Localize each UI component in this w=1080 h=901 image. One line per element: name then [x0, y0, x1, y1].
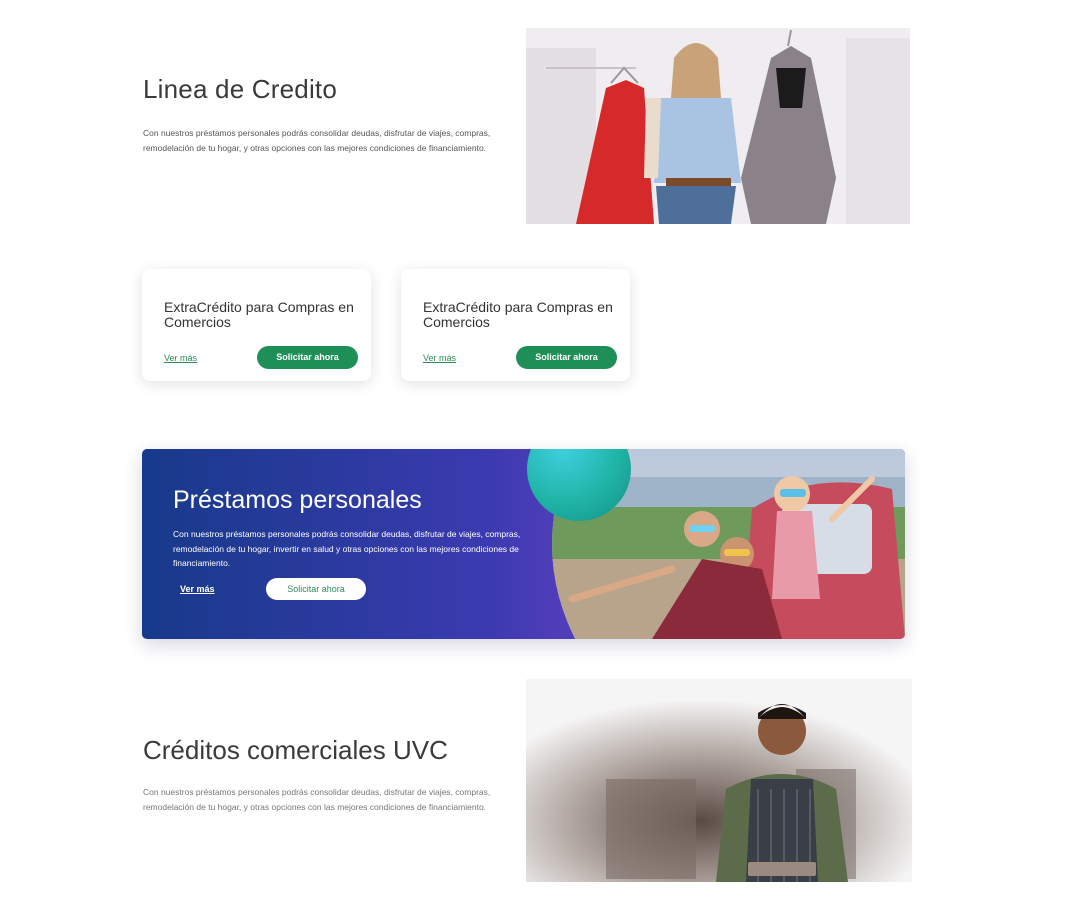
prestamos-personales-banner: Préstamos personales Con nuestros présta…: [142, 449, 905, 639]
extracredito-card-1: ExtraCrédito para Compras en Comercios V…: [142, 269, 371, 381]
ver-mas-link[interactable]: Ver más: [164, 353, 197, 363]
ver-mas-link[interactable]: Ver más: [180, 584, 215, 594]
linea-credito-title: Linea de Credito: [143, 74, 337, 104]
prestamos-personales-description: Con nuestros préstamos personales podrás…: [173, 529, 521, 568]
prestamos-personales-title: Préstamos personales: [173, 486, 422, 514]
extracredito-card-2: ExtraCrédito para Compras en Comercios V…: [401, 269, 630, 381]
solicitar-ahora-button[interactable]: Solicitar ahora: [266, 578, 366, 600]
business-owner-image: [526, 679, 912, 882]
shopping-woman-image: [526, 28, 910, 224]
solicitar-ahora-button[interactable]: Solicitar ahora: [257, 346, 358, 369]
solicitar-ahora-button[interactable]: Solicitar ahora: [516, 346, 617, 369]
ver-mas-link[interactable]: Ver más: [423, 353, 456, 363]
card-title: ExtraCrédito para Compras en Comercios: [423, 299, 613, 330]
card-title: ExtraCrédito para Compras en Comercios: [164, 299, 354, 330]
linea-credito-description: Con nuestros préstamos personales podrás…: [143, 128, 491, 153]
creditos-comerciales-description: Con nuestros préstamos personales podrás…: [143, 787, 491, 812]
creditos-comerciales-title: Créditos comerciales UVC: [143, 735, 448, 765]
